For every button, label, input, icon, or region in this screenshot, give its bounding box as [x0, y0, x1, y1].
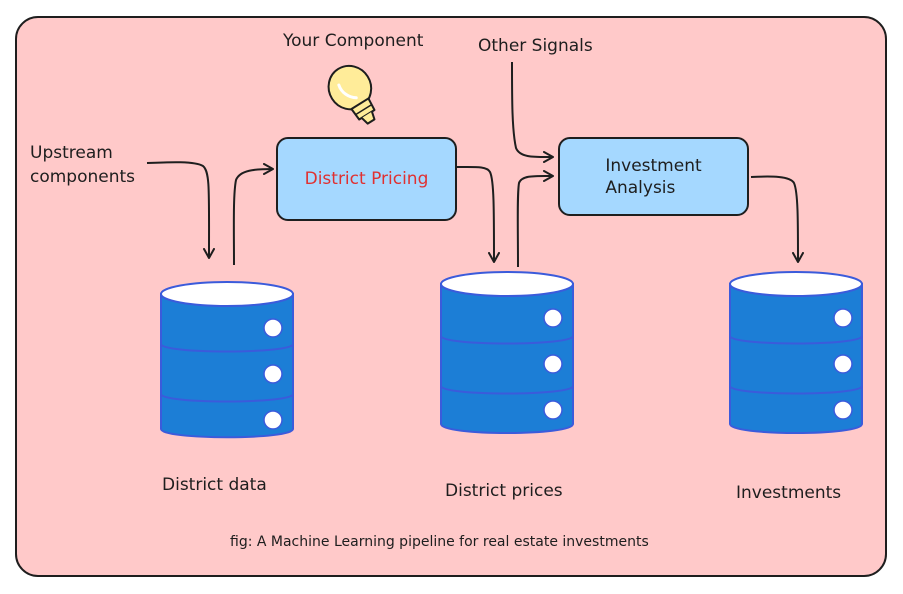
upstream-line2-label: components	[30, 167, 136, 187]
district-pricing-box: District Pricing	[276, 137, 457, 221]
figure-caption: fig: A Machine Learning pipeline for rea…	[230, 534, 649, 550]
diagram-canvas	[15, 16, 887, 577]
investments-label: Investments	[736, 483, 842, 503]
district-prices-label: District prices	[445, 481, 563, 501]
pipeline-diagram: District Pricing Investment Analysis You…	[0, 0, 903, 594]
investment-analysis-line1: Investment	[605, 155, 702, 176]
other-signals-label: Other Signals	[478, 36, 593, 56]
investment-analysis-line2: Analysis	[605, 177, 676, 198]
database-icon	[440, 271, 574, 434]
database-icon	[160, 281, 294, 439]
database-icon	[729, 271, 863, 434]
district-pricing-label: District Pricing	[304, 169, 429, 189]
investment-analysis-label: Investment Analysis	[605, 155, 701, 199]
your-component-label: Your Component	[283, 31, 424, 51]
upstream-line1-label: Upstream	[30, 143, 113, 163]
investment-analysis-box: Investment Analysis	[558, 137, 749, 216]
district-data-label: District data	[162, 475, 267, 495]
